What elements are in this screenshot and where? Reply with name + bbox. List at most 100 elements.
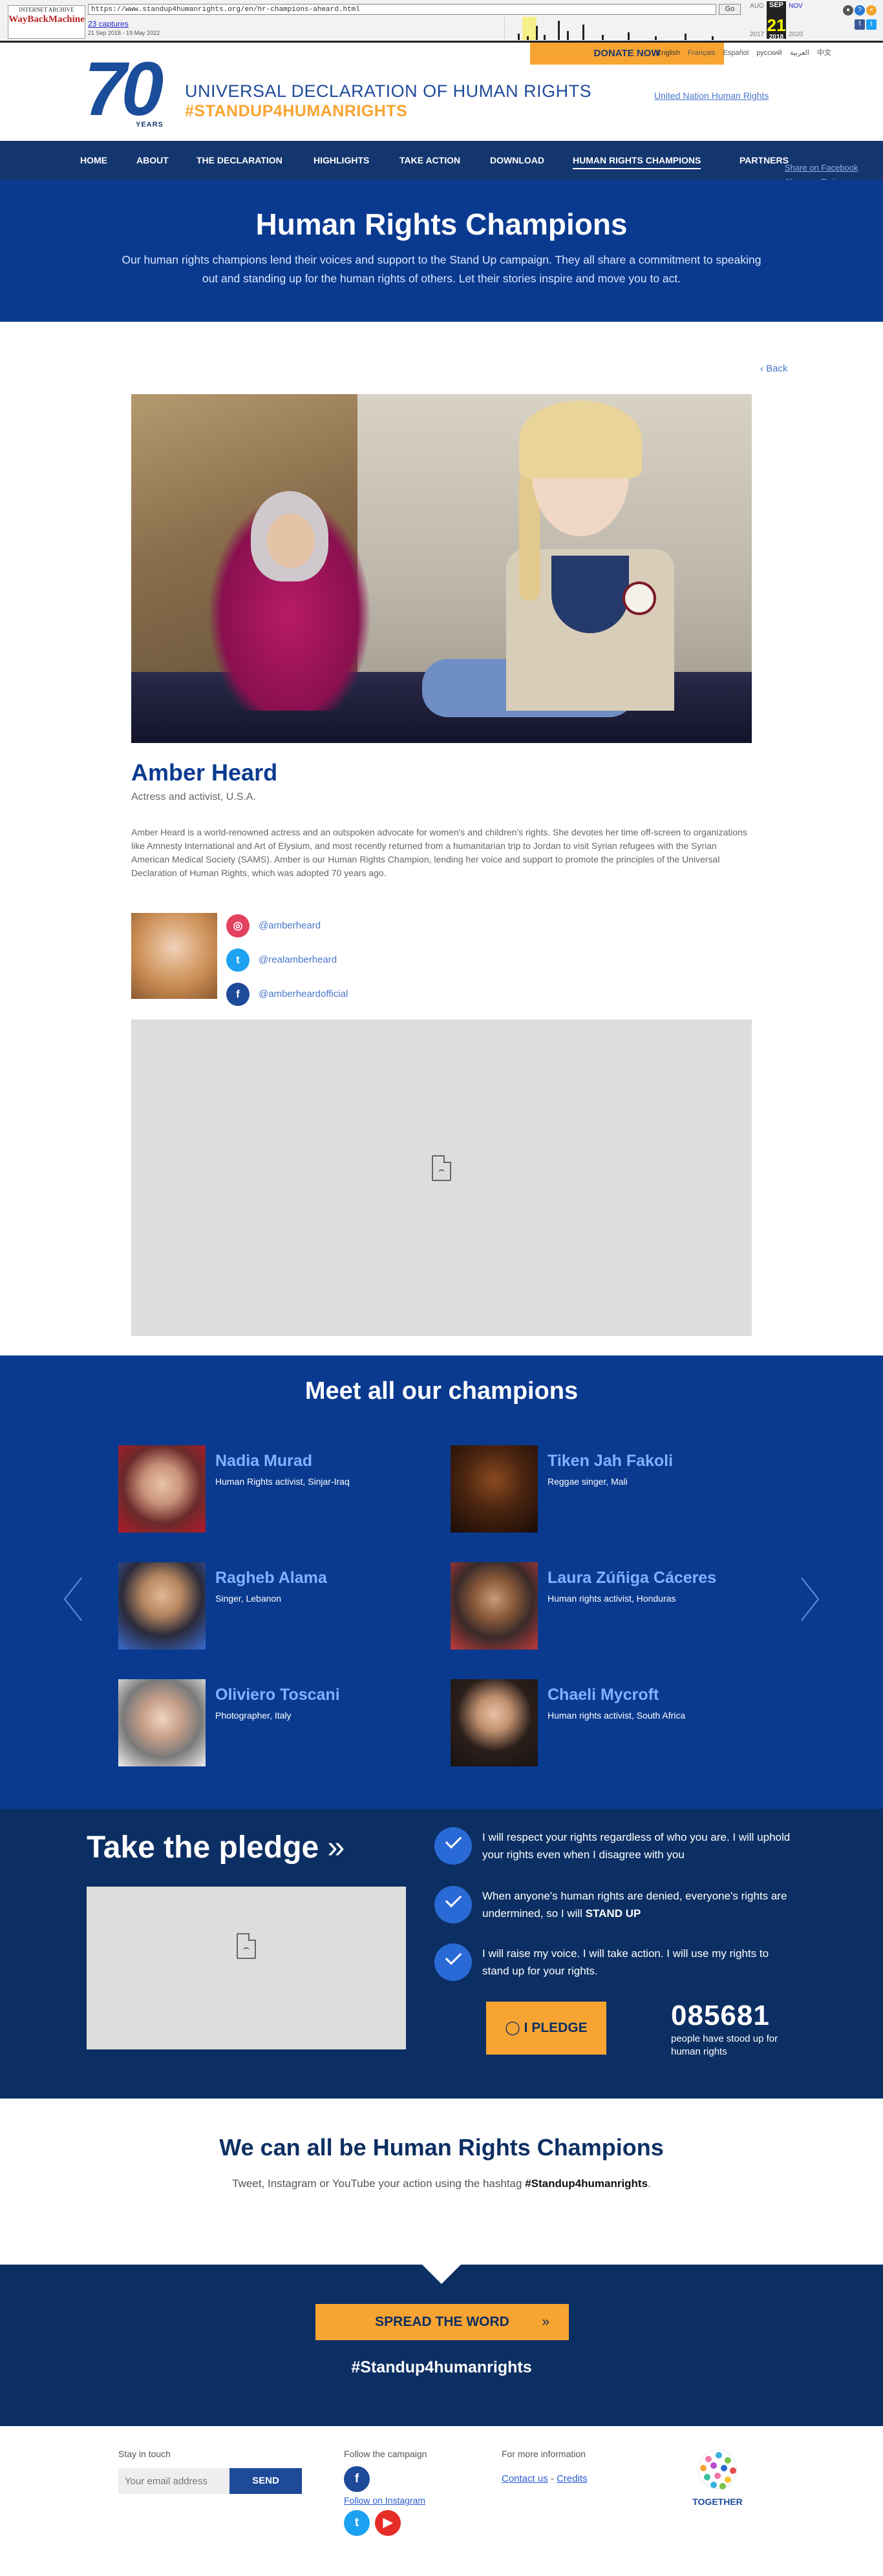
help-icon[interactable]: ? <box>855 5 865 16</box>
pledge-title-text: Take the pledge <box>87 1830 319 1865</box>
double-chevron-icon: » <box>542 2314 549 2329</box>
champion-thumbnail <box>451 1679 538 1766</box>
champions-title: Meet all our champions <box>304 1377 579 1405</box>
current-day: 21 <box>767 16 786 35</box>
i-pledge-button[interactable]: ◯ I PLEDGE <box>486 2002 606 2055</box>
email-field[interactable] <box>118 2468 229 2494</box>
together-logo[interactable]: TOGETHER <box>686 2447 749 2509</box>
champion-role: Actress and activist, U.S.A. <box>131 791 256 802</box>
champion-card-role: Human rights activist, South Africa <box>548 1710 686 1721</box>
close-icon[interactable]: × <box>866 5 877 16</box>
main-nav: HOME ABOUT THE DECLARATION HIGHLIGHTS TA… <box>0 141 883 187</box>
prev-month[interactable]: AUG <box>747 3 767 10</box>
champion-card[interactable]: Laura Zúñiga Cáceres Human rights activi… <box>451 1562 722 1649</box>
champion-card[interactable]: Tiken Jah Fakoli Reggae singer, Mali <box>451 1445 722 1533</box>
spread-the-word-button[interactable]: SPREAD THE WORD » <box>315 2304 569 2340</box>
champion-card-role: Singer, Lebanon <box>215 1593 281 1604</box>
instagram-follow-link[interactable]: Follow on Instagram <box>344 2495 425 2506</box>
carousel-next-arrow[interactable] <box>799 1576 821 1622</box>
double-chevron-icon: » <box>327 1830 345 1865</box>
wayback-icons: ● ? × f t <box>842 4 878 36</box>
champion-video-embed[interactable] <box>131 1020 752 1336</box>
facebook-handle: @amberheardofficial <box>259 989 348 1000</box>
share-facebook-link[interactable]: Share on Facebook <box>785 163 858 173</box>
wecan-title: We can all be Human Rights Champions <box>219 2134 664 2161</box>
check-icon <box>434 1886 472 1923</box>
nav-take-action[interactable]: TAKE ACTION <box>399 155 460 165</box>
together-label: TOGETHER <box>692 2497 743 2507</box>
nav-highlights[interactable]: HIGHLIGHTS <box>314 155 369 165</box>
champion-card[interactable]: Oliviero Toscani Photographer, Italy <box>118 1679 390 1766</box>
wayback-go-button[interactable]: Go <box>719 4 741 15</box>
wayback-captures-link[interactable]: 23 captures <box>88 19 129 28</box>
follow-label: Follow the campaign <box>344 2449 427 2459</box>
facebook-handle-link[interactable]: f @amberheardofficial <box>226 983 394 1006</box>
nav-home[interactable]: HOME <box>80 155 107 165</box>
pledge-video-embed[interactable] <box>87 1887 406 2049</box>
nav-about[interactable]: ABOUT <box>136 155 169 165</box>
twitter-icon: t <box>226 948 250 972</box>
champion-card-role: Reggae singer, Mali <box>548 1476 628 1487</box>
twitter-handle-link[interactable]: t @realamberheard <box>226 948 394 972</box>
twitter-icon[interactable]: t <box>866 19 877 30</box>
next-year[interactable]: 2020 <box>786 31 805 38</box>
lang-chinese[interactable]: 中文 <box>817 49 831 57</box>
champion-card[interactable]: Nadia Murad Human Rights activist, Sinja… <box>118 1445 390 1533</box>
credits-link[interactable]: Credits <box>557 2473 588 2484</box>
nav-declaration[interactable]: THE DECLARATION <box>197 155 282 165</box>
wayback-logo[interactable]: INTERNET ARCHIVE WayBackMachine <box>8 5 85 39</box>
champion-card-role: Human rights activist, Honduras <box>548 1593 676 1604</box>
lang-arabic[interactable]: العربية <box>790 49 809 57</box>
lang-russian[interactable]: русский <box>756 49 782 57</box>
champion-card[interactable]: Chaeli Mycroft Human rights activist, So… <box>451 1679 722 1766</box>
pledge-count: 085681 <box>671 2000 770 2031</box>
together-globe-icon <box>697 2449 738 2489</box>
facebook-icon[interactable]: f <box>855 19 865 30</box>
footer-links: Contact us - Credits <box>502 2473 588 2484</box>
wayback-calendar: AUG SEP 21 2018 NOV 2017 2020 <box>747 1 805 41</box>
champion-card[interactable]: Ragheb Alama Singer, Lebanon <box>118 1562 390 1649</box>
logo-number: 70 <box>84 47 164 132</box>
spread-section <box>0 2265 883 2426</box>
current-month: SEP <box>769 1 783 9</box>
champion-card-name: Ragheb Alama <box>215 1569 327 1587</box>
current-capture-date: SEP 21 2018 <box>767 1 786 41</box>
site-title[interactable]: UNIVERSAL DECLARATION OF HUMAN RIGHTS <box>185 81 591 101</box>
back-link[interactable]: ‹ Back <box>760 363 788 374</box>
nav-champions[interactable]: HUMAN RIGHTS CHAMPIONS <box>573 155 701 169</box>
twitter-icon[interactable]: t <box>344 2510 370 2536</box>
twitter-handle: @realamberheard <box>259 954 337 965</box>
youtube-icon[interactable]: ▶ <box>375 2510 401 2536</box>
lang-english[interactable]: English <box>657 49 680 57</box>
champion-card-name: Oliviero Toscani <box>215 1686 340 1704</box>
un-logo-link[interactable]: United Nation Human Rights <box>654 90 769 101</box>
check-icon <box>434 1827 472 1865</box>
next-month[interactable]: NOV <box>786 3 805 10</box>
wayback-url-input[interactable]: https://www.standup4humanrights.org/en/h… <box>88 4 716 15</box>
wecan-hashtag: #Standup4humanrights <box>525 2177 648 2190</box>
nav-download[interactable]: DOWNLOAD <box>490 155 544 165</box>
prev-year[interactable]: 2017 <box>747 31 767 38</box>
pledge-promise-text: I will respect your rights regardless of… <box>482 1831 791 1861</box>
carousel-prev-arrow[interactable] <box>62 1576 84 1622</box>
wayback-capture-graph[interactable] <box>504 17 744 40</box>
logo-70[interactable]: 70 <box>84 51 164 127</box>
facebook-icon[interactable]: f <box>344 2466 370 2492</box>
wayback-date-range: 21 Sep 2018 - 19 May 2022 <box>88 30 160 36</box>
champion-thumbnail <box>118 1445 206 1533</box>
champion-card-name: Tiken Jah Fakoli <box>548 1452 674 1470</box>
section-notch <box>422 2265 461 2284</box>
lang-french[interactable]: Français <box>688 49 715 57</box>
lang-spanish[interactable]: Español <box>723 49 749 57</box>
nav-partners[interactable]: PARTNERS <box>739 155 789 165</box>
instagram-icon: ◎ <box>226 914 250 937</box>
send-button[interactable]: SEND <box>229 2468 302 2494</box>
champion-card-name: Nadia Murad <box>215 1452 313 1470</box>
user-icon[interactable]: ● <box>843 5 853 16</box>
page-title: Human Rights Champions <box>255 207 628 241</box>
instagram-handle-link[interactable]: ◎ @amberheard <box>226 914 394 937</box>
spread-label: SPREAD THE WORD <box>375 2314 509 2329</box>
check-icon <box>434 1943 472 1981</box>
contact-link[interactable]: Contact us <box>502 2473 548 2484</box>
champion-card-role: Human Rights activist, Sinjar-Iraq <box>215 1476 350 1487</box>
